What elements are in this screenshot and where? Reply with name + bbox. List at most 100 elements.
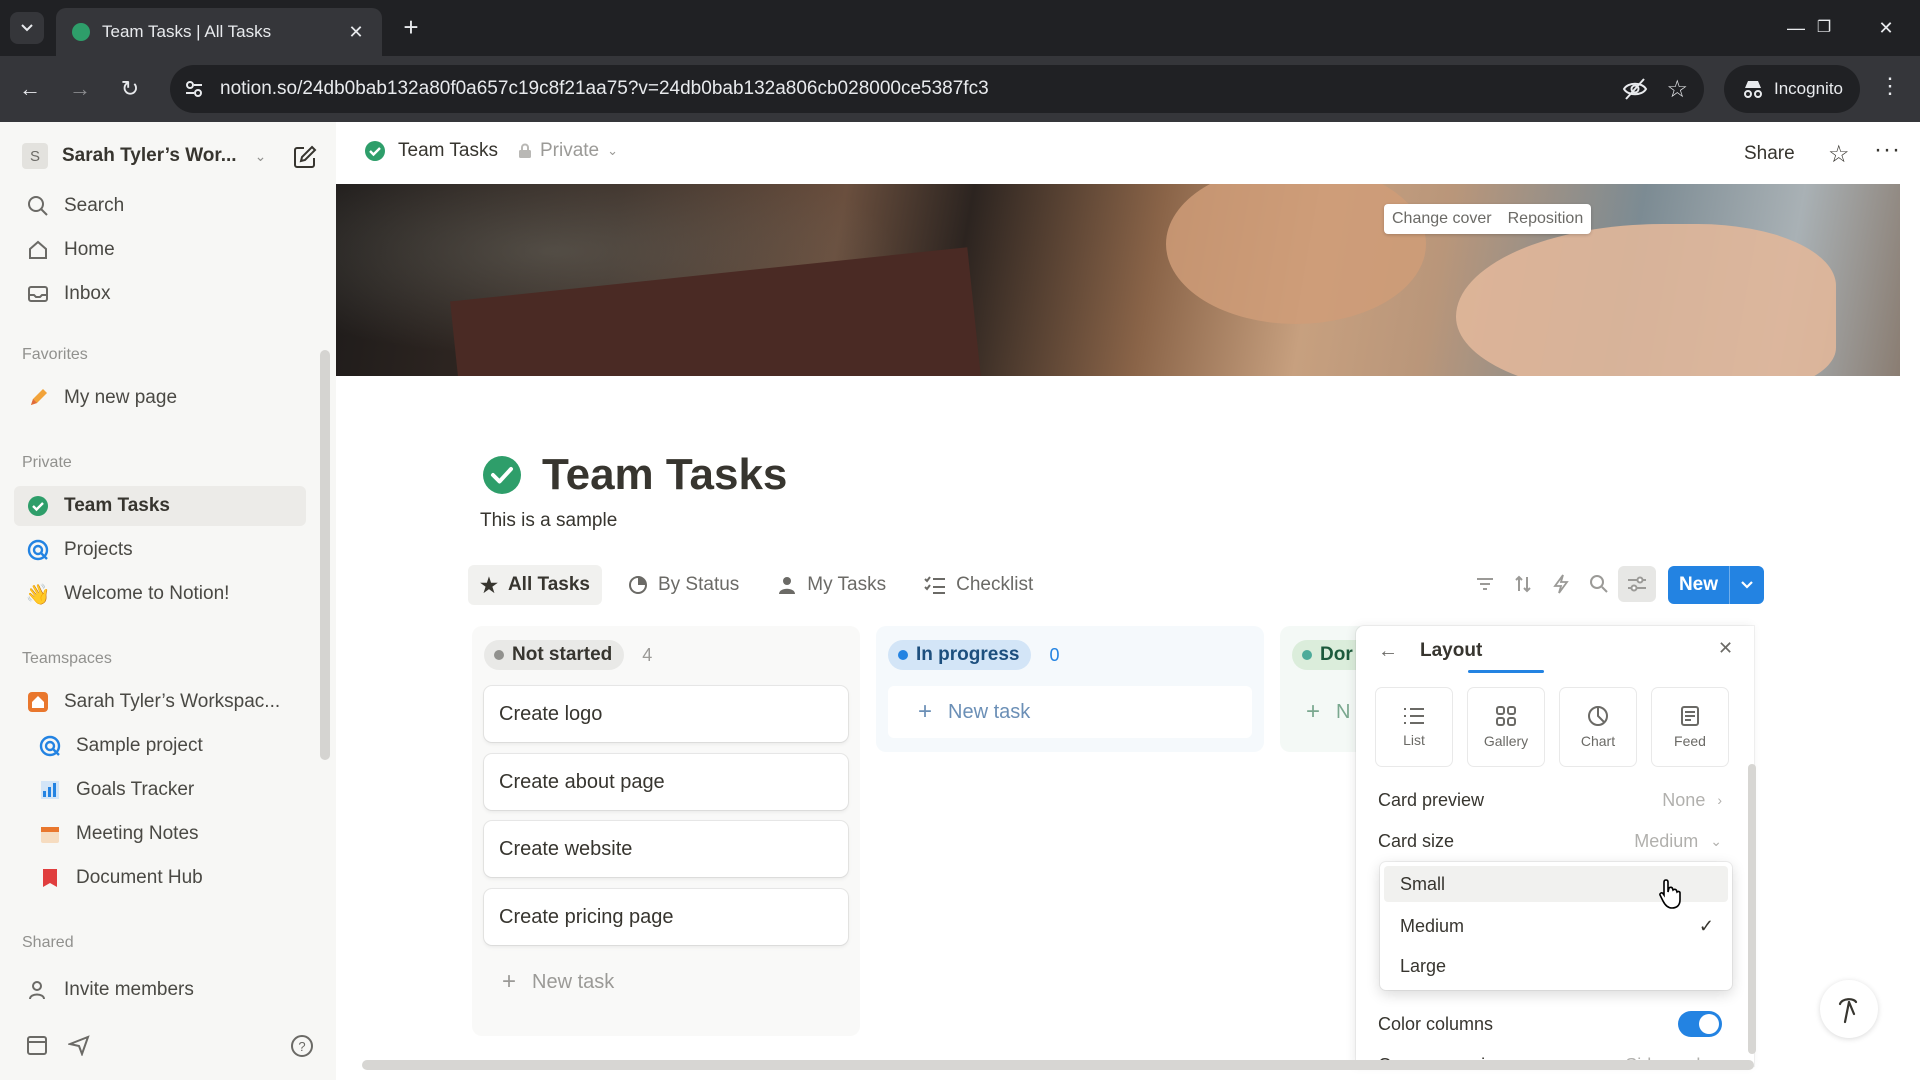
- sidebar-item-team-tasks[interactable]: Team Tasks: [14, 486, 306, 526]
- chevron-down-icon: ⌄: [1710, 832, 1722, 849]
- breadcrumb[interactable]: Team Tasks Private ⌄: [364, 140, 618, 162]
- page-title[interactable]: Team Tasks: [542, 450, 787, 500]
- more-options-icon[interactable]: ···: [1874, 136, 1901, 164]
- help-icon[interactable]: ?: [290, 1034, 314, 1058]
- tab-search-button[interactable]: [10, 12, 44, 44]
- workspace-switcher[interactable]: S Sarah Tyler’s Wor... ⌄: [22, 140, 302, 172]
- card-preview-value: None: [1662, 789, 1706, 810]
- close-icon[interactable]: ✕: [346, 22, 366, 43]
- help-button[interactable]: [1820, 980, 1878, 1038]
- column-header[interactable]: Dor: [1292, 640, 1365, 670]
- new-task-button[interactable]: + New task: [888, 686, 1252, 738]
- tab-my-tasks[interactable]: My Tasks: [765, 565, 898, 605]
- new-task-button[interactable]: + N: [1292, 686, 1360, 738]
- sidebar-item-my-new-page[interactable]: My new page: [14, 378, 306, 418]
- bookmark-star-icon[interactable]: ☆: [1666, 75, 1688, 104]
- section-heading-shared[interactable]: Shared: [22, 934, 74, 952]
- page-check-icon[interactable]: [482, 455, 522, 495]
- eye-off-icon[interactable]: [1622, 77, 1648, 101]
- chevron-down-icon[interactable]: [1730, 566, 1764, 604]
- back-arrow-icon[interactable]: ←: [1378, 640, 1398, 663]
- section-heading-private[interactable]: Private: [22, 454, 72, 472]
- window-close-icon[interactable]: ✕: [1866, 10, 1906, 46]
- sidebar-item-invite-members[interactable]: Invite members: [14, 970, 306, 1010]
- sidebar-scrollbar[interactable]: [320, 350, 330, 760]
- sidebar-item-projects[interactable]: Projects: [14, 530, 306, 570]
- sidebar-item-welcome[interactable]: 👋 Welcome to Notion!: [14, 574, 306, 614]
- browser-tab-strip: Team Tasks | All Tasks ✕ + — ❐ ✕: [0, 0, 1920, 56]
- card-size-option-large[interactable]: Large: [1384, 948, 1728, 984]
- color-columns-row[interactable]: Color columns: [1378, 1006, 1722, 1042]
- new-button-label[interactable]: New: [1668, 566, 1730, 604]
- calendar-icon: [36, 822, 64, 846]
- restore-icon[interactable]: ❐: [1804, 10, 1844, 46]
- view-tab-label: My Tasks: [807, 574, 887, 595]
- color-columns-toggle[interactable]: [1678, 1011, 1722, 1037]
- task-card[interactable]: Create about page: [484, 754, 848, 810]
- layout-option-feed[interactable]: Feed: [1652, 688, 1728, 766]
- sidebar-item-workspace-home[interactable]: Sarah Tyler’s Workspac...: [14, 682, 306, 722]
- page-description[interactable]: This is a sample: [480, 510, 617, 532]
- change-cover-button[interactable]: Change cover: [1384, 204, 1500, 234]
- sidebar-item-inbox[interactable]: Inbox: [14, 274, 306, 314]
- sidebar-item-sample-project[interactable]: Sample project: [14, 726, 306, 766]
- layout-option-label: List: [1403, 732, 1425, 748]
- layout-option-gallery[interactable]: Gallery: [1468, 688, 1544, 766]
- tab-checklist[interactable]: Checklist: [912, 565, 1045, 605]
- sidebar-item-goals-tracker[interactable]: Goals Tracker: [14, 770, 306, 810]
- sidebar-item-document-hub[interactable]: Document Hub: [14, 858, 306, 898]
- card-preview-label: Card preview: [1378, 789, 1485, 810]
- new-page-icon[interactable]: [292, 144, 318, 170]
- new-task-button[interactable]: + New task: [502, 968, 614, 996]
- share-button[interactable]: Share: [1744, 143, 1795, 165]
- forward-arrow-icon[interactable]: →: [64, 73, 96, 105]
- new-tab-button[interactable]: +: [396, 12, 426, 42]
- panel-scrollbar[interactable]: [1748, 764, 1756, 1054]
- sidebar-item-search[interactable]: Search: [14, 186, 306, 226]
- sort-icon[interactable]: [1504, 566, 1542, 602]
- browser-tab-active[interactable]: Team Tasks | All Tasks ✕: [56, 8, 382, 56]
- search-icon[interactable]: [1580, 566, 1618, 602]
- card-preview-row[interactable]: Card preview None ›: [1378, 782, 1722, 818]
- task-card[interactable]: Create website: [484, 821, 848, 877]
- favorite-star-icon[interactable]: ☆: [1828, 140, 1850, 169]
- layout-option-chart[interactable]: Chart: [1560, 688, 1636, 766]
- card-size-row[interactable]: Card size Medium ⌄: [1378, 823, 1722, 859]
- reload-icon[interactable]: ↻: [114, 73, 146, 105]
- section-heading-favorites[interactable]: Favorites: [22, 346, 88, 364]
- tab-all-tasks[interactable]: ★ All Tasks: [468, 565, 602, 605]
- back-arrow-icon[interactable]: ←: [14, 73, 46, 105]
- page-topbar: Team Tasks Private ⌄ Share ☆ ···: [336, 122, 1920, 184]
- view-settings-icon[interactable]: [1618, 566, 1656, 602]
- column-header[interactable]: In progress 0: [888, 640, 1060, 670]
- filter-icon[interactable]: [1466, 566, 1504, 602]
- option-label: Medium: [1400, 915, 1465, 936]
- card-size-value: Medium: [1634, 830, 1699, 851]
- page-title-row: Team Tasks: [482, 450, 787, 500]
- plus-icon: +: [1306, 698, 1321, 725]
- section-heading-teamspaces[interactable]: Teamspaces: [22, 650, 112, 668]
- automation-icon[interactable]: [1542, 566, 1580, 602]
- browser-menu-icon[interactable]: ⋮: [1876, 73, 1904, 99]
- feed-icon: [1681, 706, 1699, 726]
- breadcrumb-page: Team Tasks: [398, 140, 498, 161]
- incognito-indicator[interactable]: Incognito: [1724, 65, 1860, 113]
- close-icon[interactable]: ✕: [1718, 638, 1733, 659]
- board-horizontal-scrollbar[interactable]: [362, 1060, 1754, 1070]
- new-button[interactable]: New: [1668, 566, 1764, 604]
- sidebar-item-home[interactable]: Home: [14, 230, 306, 270]
- address-bar[interactable]: notion.so/24db0bab132a80f0a657c19c8f21aa…: [170, 65, 1704, 113]
- reposition-button[interactable]: Reposition: [1500, 204, 1592, 234]
- site-settings-icon[interactable]: [182, 77, 206, 101]
- layout-option-list[interactable]: List: [1376, 688, 1452, 766]
- sidebar-item-meeting-notes[interactable]: Meeting Notes: [14, 814, 306, 854]
- send-icon[interactable]: [68, 1034, 90, 1056]
- calendar-app-icon[interactable]: [26, 1034, 48, 1056]
- card-size-option-medium[interactable]: Medium ✓: [1384, 908, 1728, 944]
- column-header[interactable]: Not started 4: [484, 640, 652, 670]
- privacy-selector[interactable]: Private ⌄: [518, 140, 618, 162]
- view-tab-label: Checklist: [956, 574, 1034, 595]
- task-card[interactable]: Create pricing page: [484, 889, 848, 945]
- tab-by-status[interactable]: By Status: [616, 565, 751, 605]
- task-card[interactable]: Create logo: [484, 686, 848, 742]
